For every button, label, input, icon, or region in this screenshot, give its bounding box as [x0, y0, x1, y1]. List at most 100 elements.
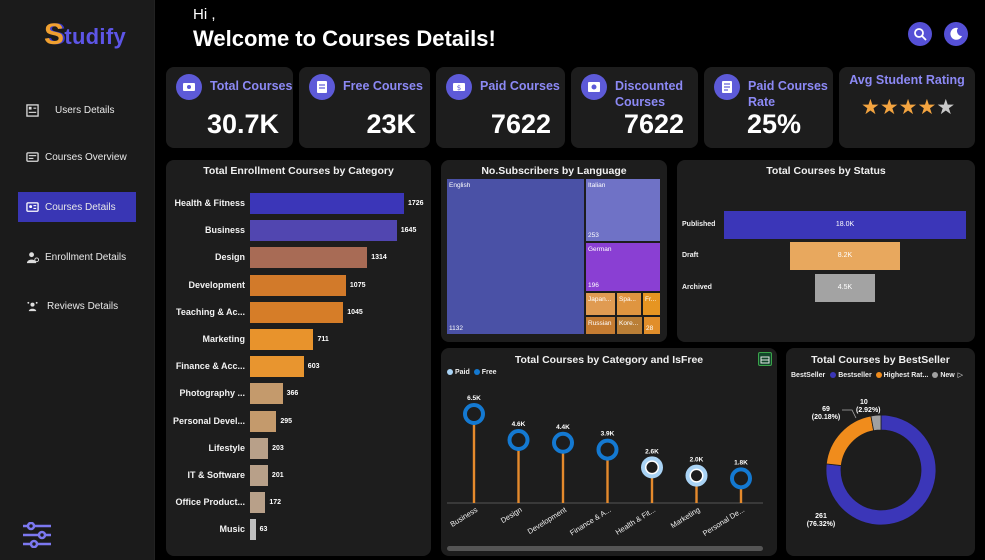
bar — [250, 383, 283, 405]
bar-label: Teaching & Ac... — [175, 306, 245, 317]
bar-label: Health & Fitness — [174, 198, 245, 208]
sidebar-item-courses-overview[interactable]: Courses Overview — [18, 142, 136, 172]
panel-bestseller: Total Courses by BestSeller BestSeller B… — [786, 348, 975, 556]
status-value: 8.2K — [837, 252, 853, 259]
bar — [250, 465, 268, 486]
bar — [250, 193, 404, 214]
enrollment-icon — [26, 251, 39, 263]
kpi-value: 25% — [746, 109, 801, 139]
sidebar-item-enrollment-details[interactable]: Enrollment Details — [18, 242, 136, 272]
status-label: Published — [682, 221, 716, 228]
sidebar-item-label: Enrollment Details — [45, 251, 127, 263]
courses-icon — [176, 74, 202, 100]
bar-label: Development — [188, 279, 245, 290]
lollipop-marker[interactable] — [596, 438, 619, 461]
category-tick-label: Business — [448, 505, 479, 529]
bar-value: 1045 — [347, 308, 363, 316]
bar-value: 295 — [280, 417, 292, 425]
lollipop-marker[interactable] — [463, 403, 485, 425]
sidebar-item-users-details[interactable]: Users Details — [18, 95, 136, 125]
users-table-icon — [26, 103, 39, 117]
discount-icon — [581, 74, 607, 100]
star-filled-icon: ★ — [898, 96, 918, 119]
bar-value: 63 — [259, 526, 268, 534]
treemap-cell[interactable]: Japan... — [585, 292, 616, 316]
bar-label: Photography ... — [179, 388, 245, 399]
logo-text: tudify — [64, 24, 126, 49]
lollipop-svg: 6.5K Business 4.6K Design 4.4K Development 3.9… — [447, 395, 763, 538]
rate-icon — [714, 74, 740, 100]
lollipop-marker[interactable] — [552, 431, 574, 454]
bar-label: Office Product... — [175, 497, 245, 508]
treemap-value: 253 — [588, 232, 599, 239]
bar-label: Business — [204, 225, 245, 236]
treemap-label: German — [588, 246, 612, 253]
bar-label: Music — [219, 524, 245, 535]
treemap-label: Kore... — [619, 320, 639, 327]
panel-subscribers-by-language: No.Subscribers by Language English 1132 It… — [441, 160, 667, 342]
bar — [250, 492, 266, 514]
donut-svg: 261(76.32%) 69(20.18%) 10(2.92%) — [807, 399, 937, 528]
bar-label: Design — [214, 252, 245, 263]
sidebar-item-courses-details[interactable]: Courses Details — [18, 192, 136, 222]
search-icon — [914, 28, 927, 41]
kpi-paid-courses: $ Paid Courses 7622 — [436, 67, 565, 148]
bar-value: 366 — [286, 390, 299, 398]
treemap-cell[interactable]: English 1132 — [446, 178, 585, 335]
treemap-cell[interactable]: Fr... — [642, 292, 661, 316]
slice-count-label: 261 — [815, 513, 827, 520]
data-label: 4.4K — [556, 424, 570, 431]
bar-value: 1645 — [400, 227, 417, 235]
bar-value: 203 — [272, 444, 284, 452]
category-tick-label: Health & Fit... — [614, 505, 657, 537]
rating-stars: ★★★★★ — [861, 95, 955, 120]
settings-sliders-icon[interactable] — [22, 522, 52, 548]
courses-details-icon — [26, 201, 39, 212]
status-label: Archived — [682, 284, 712, 291]
kpi-label: Paid Courses — [480, 79, 560, 93]
star-filled-icon: ★ — [917, 96, 937, 119]
sidebar-item-reviews-details[interactable]: Reviews Details — [18, 291, 136, 321]
horizontal-scrollbar[interactable] — [447, 546, 763, 551]
bar-label: Lifestyle — [208, 442, 245, 453]
data-label: 2.6K — [645, 448, 659, 455]
slice-percent-label: (20.18%) — [812, 414, 840, 421]
svg-text:$: $ — [457, 84, 461, 92]
reviews-icon — [27, 301, 38, 311]
courses-overview-icon — [26, 151, 39, 162]
treemap-cell[interactable]: Russian — [585, 316, 616, 335]
paid-icon: $ — [446, 74, 472, 100]
kpi-total-courses: Total Courses 30.7K — [166, 67, 293, 148]
moon-icon — [950, 27, 962, 40]
kpi-value: 7622 — [623, 109, 684, 139]
slice-percent-label: (2.92%) — [856, 407, 881, 414]
bar — [250, 356, 304, 378]
data-label: 4.6K — [512, 421, 526, 428]
treemap-cell[interactable]: Kore... — [616, 316, 643, 335]
studify-logo[interactable]: Studify — [44, 18, 126, 52]
kpi-paid-courses-rate: Paid Courses Rate 25% — [704, 67, 833, 148]
greeting: Hi , — [193, 6, 216, 23]
panel-category-isfree: Total Courses by Category and IsFree Pai… — [441, 348, 777, 556]
treemap-label: Japan... — [588, 296, 612, 303]
lollipop-marker[interactable] — [507, 429, 530, 452]
treemap-cell[interactable]: Italian 253 — [585, 178, 661, 242]
bar — [250, 410, 277, 432]
lollipop-marker[interactable] — [730, 467, 752, 490]
theme-toggle-button[interactable] — [944, 22, 968, 46]
treemap-cell[interactable]: Spa... — [616, 292, 642, 316]
bar-value: 1075 — [349, 281, 366, 289]
search-button[interactable] — [908, 22, 932, 46]
bar-label: Finance & Acc... — [175, 361, 245, 372]
donut-slice[interactable] — [825, 415, 875, 467]
treemap-cell[interactable]: German 196 — [585, 242, 661, 292]
sidebar-item-label: Users Details — [55, 104, 115, 116]
kpi-label: Paid Courses Rate — [748, 79, 828, 109]
treemap-cell[interactable]: 28 — [643, 316, 661, 335]
category-tick-label: Finance & A... — [568, 505, 612, 537]
treemap-label: Spa... — [619, 296, 636, 303]
status-value: 18.0K — [835, 221, 855, 228]
bar — [250, 301, 344, 323]
leader-line — [842, 409, 857, 419]
kpi-value: 23K — [366, 109, 416, 139]
